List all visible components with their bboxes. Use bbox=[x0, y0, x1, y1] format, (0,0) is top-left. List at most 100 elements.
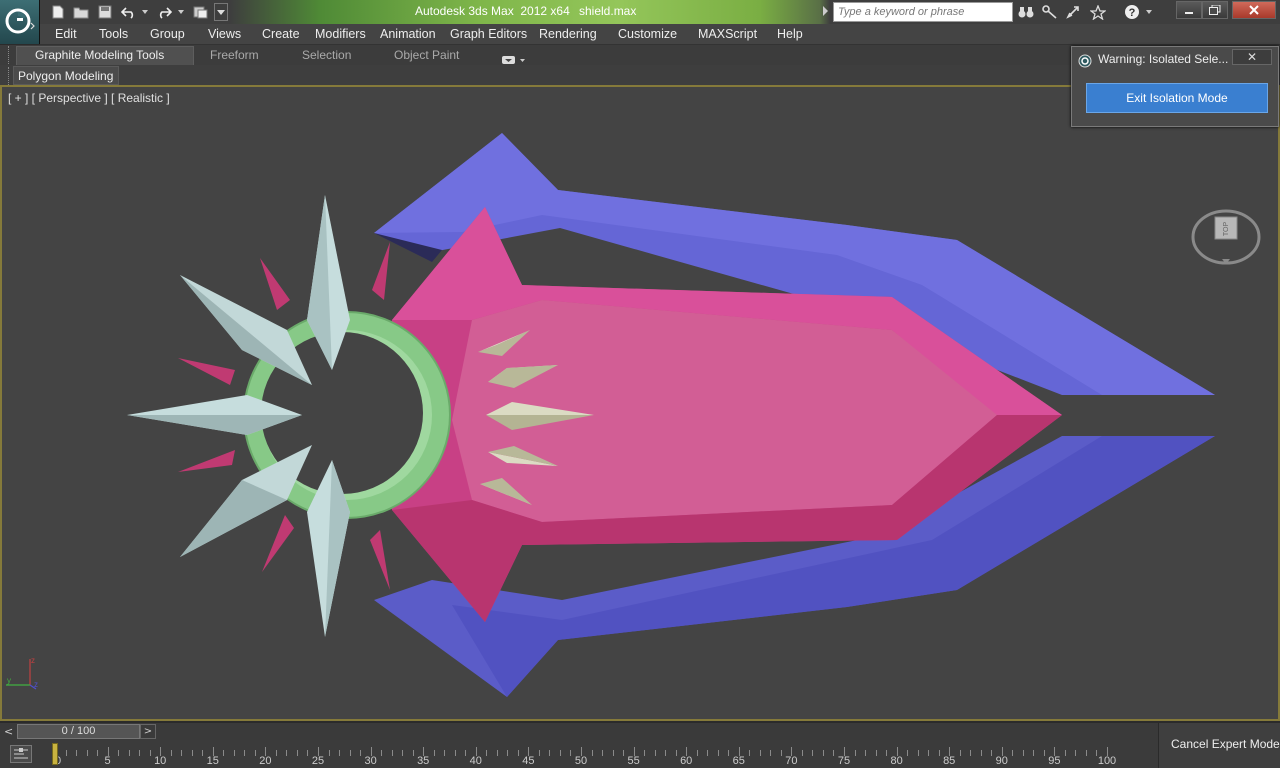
track-tick bbox=[412, 750, 414, 756]
track-tick bbox=[696, 750, 698, 756]
track-tick bbox=[770, 750, 772, 756]
menu-create[interactable]: Create bbox=[262, 27, 300, 41]
help-icon[interactable]: ? bbox=[1122, 3, 1142, 21]
subscription-key-icon[interactable] bbox=[1040, 3, 1060, 21]
menu-modifiers[interactable]: Modifiers bbox=[315, 27, 366, 41]
track-tick bbox=[486, 750, 488, 756]
track-tick bbox=[1033, 750, 1035, 756]
track-tick bbox=[275, 750, 277, 756]
track-tick bbox=[65, 750, 67, 756]
track-tick-label: 25 bbox=[311, 755, 325, 767]
new-file-icon[interactable] bbox=[49, 3, 67, 21]
track-tick bbox=[822, 750, 824, 756]
quick-access-dropdown-icon[interactable] bbox=[214, 3, 228, 21]
ribbon-drag-handle[interactable] bbox=[8, 46, 12, 64]
track-tick bbox=[707, 750, 709, 756]
track-tick bbox=[875, 750, 877, 756]
tab-freeform[interactable]: Freeform bbox=[210, 48, 259, 62]
menu-edit[interactable]: Edit bbox=[55, 27, 77, 41]
menu-help[interactable]: Help bbox=[777, 27, 803, 41]
time-slider-thumb[interactable]: 0 / 100 bbox=[17, 724, 140, 739]
track-tick bbox=[307, 750, 309, 756]
track-tick-label: 55 bbox=[627, 755, 640, 767]
axis-tripod: z y z bbox=[6, 656, 38, 690]
svg-text:?: ? bbox=[1129, 7, 1136, 19]
menu-animation[interactable]: Animation bbox=[380, 27, 436, 41]
search-expand-icon[interactable] bbox=[823, 6, 828, 16]
track-tick-label: 95 bbox=[1048, 755, 1061, 767]
track-tick bbox=[728, 750, 730, 756]
title-bar: Autodesk 3ds Max 2012 x64 shield.max Typ… bbox=[0, 0, 1280, 24]
current-frame-marker[interactable] bbox=[52, 743, 58, 765]
track-tick bbox=[917, 750, 919, 756]
favorites-star-icon[interactable] bbox=[1088, 3, 1108, 21]
track-tick-label: 70 bbox=[785, 755, 798, 767]
time-slider[interactable]: < 0 / 100 > bbox=[0, 723, 1158, 740]
viewport-label[interactable]: [ + ] [ Perspective ] [ Realistic ] bbox=[8, 91, 170, 105]
track-tick bbox=[202, 750, 204, 756]
time-slider-next-button[interactable]: > bbox=[140, 724, 156, 739]
track-tick bbox=[591, 750, 593, 756]
track-tick bbox=[360, 750, 362, 756]
ribbon-panel-drag-handle[interactable] bbox=[8, 67, 12, 85]
tab-object-paint[interactable]: Object Paint bbox=[394, 48, 459, 62]
track-tick bbox=[928, 750, 930, 756]
communication-center-icon[interactable] bbox=[1064, 3, 1084, 21]
help-dropdown-icon[interactable] bbox=[1143, 3, 1155, 21]
curve-editor-mini-icon[interactable] bbox=[10, 745, 32, 763]
minimize-button[interactable] bbox=[1176, 1, 1202, 19]
open-file-icon[interactable] bbox=[72, 3, 90, 21]
warning-title: Warning: Isolated Sele... bbox=[1098, 52, 1229, 66]
close-window-button[interactable] bbox=[1232, 1, 1276, 19]
menu-graph-editors[interactable]: Graph Editors bbox=[450, 27, 527, 41]
track-tick bbox=[444, 750, 446, 756]
track-bar[interactable]: 0 5 10 15 20 25 30 35 40 45 50 55 60 65 70 75 80 85 90 95 10… bbox=[0, 740, 1158, 768]
track-tick-label: 65 bbox=[732, 755, 745, 767]
tab-graphite-modeling-tools[interactable]: Graphite Modeling Tools bbox=[35, 48, 164, 62]
menu-tools[interactable]: Tools bbox=[99, 27, 128, 41]
cancel-expert-mode-button[interactable]: Cancel Expert Mode bbox=[1171, 737, 1280, 751]
polygon-modeling-panel[interactable]: Polygon Modeling bbox=[13, 66, 119, 85]
redo-icon[interactable] bbox=[155, 3, 173, 21]
menu-views[interactable]: Views bbox=[208, 27, 241, 41]
menu-maxscript[interactable]: MAXScript bbox=[698, 27, 757, 41]
svg-text:z: z bbox=[34, 680, 38, 689]
track-tick bbox=[465, 750, 467, 756]
3dsmax-small-icon bbox=[1078, 54, 1092, 68]
perspective-viewport[interactable]: [ + ] [ Perspective ] [ Realistic ] TOP … bbox=[0, 87, 1280, 721]
track-tick bbox=[76, 750, 78, 756]
menu-customize[interactable]: Customize bbox=[618, 27, 677, 41]
track-tick bbox=[149, 750, 151, 756]
menu-rendering[interactable]: Rendering bbox=[539, 27, 597, 41]
warning-close-button[interactable]: ✕ bbox=[1232, 49, 1272, 65]
maximize-button[interactable] bbox=[1202, 1, 1228, 19]
track-tick bbox=[970, 750, 972, 756]
save-file-icon[interactable] bbox=[96, 3, 114, 21]
viewcube[interactable]: TOP bbox=[1190, 209, 1262, 269]
track-tick bbox=[570, 750, 572, 756]
track-tick bbox=[549, 750, 551, 756]
undo-icon[interactable] bbox=[120, 3, 138, 21]
application-menu-button[interactable] bbox=[0, 0, 40, 44]
search-input[interactable]: Type a keyword or phrase bbox=[833, 2, 1013, 22]
track-tick bbox=[886, 750, 888, 756]
project-folder-icon[interactable] bbox=[192, 3, 210, 21]
binoculars-icon[interactable] bbox=[1016, 3, 1036, 21]
track-tick bbox=[454, 750, 456, 756]
track-ticks[interactable]: 0 5 10 15 20 25 30 35 40 45 50 55 60 65 70 75 80 85 90 95 10… bbox=[52, 740, 1116, 768]
track-tick bbox=[296, 750, 298, 756]
track-tick-label: 5 bbox=[104, 755, 111, 767]
exit-isolation-mode-button[interactable]: Exit Isolation Mode bbox=[1086, 83, 1268, 113]
track-tick bbox=[654, 750, 656, 756]
track-tick bbox=[244, 750, 246, 756]
track-tick bbox=[559, 750, 561, 756]
track-tick bbox=[507, 750, 509, 756]
track-tick bbox=[1075, 750, 1077, 756]
track-tick-label: 35 bbox=[417, 755, 430, 767]
tab-selection[interactable]: Selection bbox=[302, 48, 351, 62]
redo-dropdown-icon[interactable] bbox=[176, 3, 186, 21]
undo-dropdown-icon[interactable] bbox=[140, 3, 150, 21]
menu-group[interactable]: Group bbox=[150, 27, 185, 41]
track-tick bbox=[623, 750, 625, 756]
time-slider-prev-button[interactable]: < bbox=[4, 725, 13, 738]
